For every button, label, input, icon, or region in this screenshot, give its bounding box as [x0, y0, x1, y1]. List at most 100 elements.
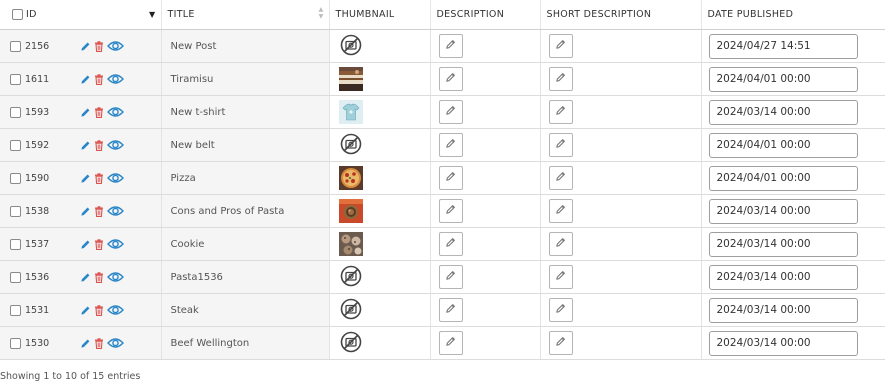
- title-cell[interactable]: Steak: [161, 293, 330, 327]
- view-icon[interactable]: [107, 337, 124, 349]
- edit-description-button[interactable]: [438, 265, 463, 289]
- edit-short-description-button[interactable]: [548, 133, 573, 157]
- edit-icon[interactable]: [80, 206, 91, 217]
- edit-icon[interactable]: [80, 305, 91, 316]
- delete-icon[interactable]: [94, 73, 104, 85]
- view-icon[interactable]: [107, 73, 124, 85]
- delete-icon[interactable]: [94, 106, 104, 118]
- thumbnail-image[interactable]: [330, 166, 363, 190]
- row-checkbox[interactable]: [10, 172, 21, 184]
- view-icon[interactable]: [107, 271, 124, 283]
- edit-icon[interactable]: [80, 272, 91, 283]
- edit-short-description-button[interactable]: [548, 331, 573, 355]
- title-cell[interactable]: New t-shirt: [161, 95, 330, 129]
- short-description-cell: [540, 326, 702, 360]
- edit-icon[interactable]: [80, 239, 91, 250]
- date-published-cell: 2024/04/01 00:00: [701, 161, 885, 195]
- edit-short-description-button[interactable]: [548, 199, 573, 223]
- title-cell[interactable]: Pasta1536: [161, 260, 330, 294]
- date-published-input[interactable]: 2024/04/01 00:00: [708, 165, 858, 191]
- id-cell: 1536: [0, 260, 162, 294]
- row-checkbox[interactable]: [10, 73, 21, 85]
- edit-short-description-button[interactable]: [548, 166, 573, 190]
- title-cell[interactable]: Cookie: [161, 227, 330, 261]
- sort-desc-icon[interactable]: ▼: [149, 10, 155, 19]
- date-published-input[interactable]: 2024/03/14 00:00: [708, 264, 858, 290]
- title-cell[interactable]: Cons and Pros of Pasta: [161, 194, 330, 228]
- edit-description-button[interactable]: [438, 331, 463, 355]
- edit-short-description-button[interactable]: [548, 265, 573, 289]
- delete-icon[interactable]: [94, 337, 104, 349]
- row-checkbox[interactable]: [10, 106, 21, 118]
- edit-description-button[interactable]: [438, 100, 463, 124]
- delete-icon[interactable]: [94, 139, 104, 151]
- view-icon[interactable]: [107, 40, 124, 52]
- title-cell[interactable]: New belt: [161, 128, 330, 162]
- view-icon[interactable]: [107, 304, 124, 316]
- pencil-icon: [445, 270, 456, 284]
- thumbnail-image[interactable]: [330, 100, 363, 124]
- view-icon[interactable]: [107, 106, 124, 118]
- delete-icon[interactable]: [94, 238, 104, 250]
- delete-icon[interactable]: [94, 40, 104, 52]
- row-checkbox[interactable]: [10, 238, 21, 250]
- view-icon[interactable]: [107, 238, 124, 250]
- view-icon[interactable]: [107, 172, 124, 184]
- view-icon[interactable]: [107, 139, 124, 151]
- edit-icon[interactable]: [80, 107, 91, 118]
- view-icon[interactable]: [107, 205, 124, 217]
- edit-description-button[interactable]: [438, 34, 463, 58]
- thumbnail-image[interactable]: [330, 199, 363, 223]
- date-published-input[interactable]: 2024/04/01 00:00: [708, 66, 858, 92]
- edit-short-description-button[interactable]: [548, 232, 573, 256]
- title-cell[interactable]: New Post: [161, 29, 330, 63]
- table-row: 1611 Tiramisu 2024/04/01 00:00: [0, 62, 885, 96]
- row-checkbox[interactable]: [10, 304, 21, 316]
- row-checkbox[interactable]: [10, 40, 21, 52]
- edit-short-description-button[interactable]: [548, 34, 573, 58]
- delete-icon[interactable]: [94, 304, 104, 316]
- edit-icon[interactable]: [80, 338, 91, 349]
- edit-icon[interactable]: [80, 41, 91, 52]
- edit-description-button[interactable]: [438, 67, 463, 91]
- edit-icon[interactable]: [80, 140, 91, 151]
- edit-description-button[interactable]: [438, 232, 463, 256]
- date-published-input[interactable]: 2024/03/14 00:00: [708, 231, 858, 257]
- thumbnail-image[interactable]: [330, 67, 363, 91]
- edit-description-button[interactable]: [438, 199, 463, 223]
- title-cell[interactable]: Tiramisu: [161, 62, 330, 96]
- date-published-input[interactable]: 2024/03/14 00:00: [708, 330, 858, 356]
- edit-description-button[interactable]: [438, 133, 463, 157]
- row-checkbox[interactable]: [10, 139, 21, 151]
- id-column-header[interactable]: ID ▼: [0, 0, 162, 30]
- title-cell[interactable]: Pizza: [161, 161, 330, 195]
- date-published-input[interactable]: 2024/04/27 14:51: [708, 33, 858, 59]
- edit-description-button[interactable]: [438, 166, 463, 190]
- edit-description-button[interactable]: [438, 298, 463, 322]
- delete-icon[interactable]: [94, 205, 104, 217]
- edit-short-description-button[interactable]: [548, 100, 573, 124]
- date-published-input[interactable]: 2024/03/14 00:00: [708, 198, 858, 224]
- date-published-input[interactable]: 2024/04/01 00:00: [708, 132, 858, 158]
- delete-icon[interactable]: [94, 271, 104, 283]
- select-all-checkbox[interactable]: [12, 9, 23, 20]
- sort-icon[interactable]: ▲ ▼: [319, 6, 324, 20]
- pencil-icon: [445, 72, 456, 86]
- edit-icon[interactable]: [80, 173, 91, 184]
- description-cell: [430, 227, 541, 261]
- edit-short-description-button[interactable]: [548, 298, 573, 322]
- thumbnail-cell: [329, 62, 431, 96]
- edit-short-description-button[interactable]: [548, 67, 573, 91]
- delete-icon[interactable]: [94, 172, 104, 184]
- title-cell[interactable]: Beef Wellington: [161, 326, 330, 360]
- date-published-input[interactable]: 2024/03/14 00:00: [708, 297, 858, 323]
- id-cell: 1611: [0, 62, 162, 96]
- edit-icon[interactable]: [80, 74, 91, 85]
- date-published-input[interactable]: 2024/03/14 00:00: [708, 99, 858, 125]
- thumbnail-image[interactable]: [330, 232, 363, 256]
- row-checkbox[interactable]: [10, 337, 21, 349]
- title-column-header[interactable]: TITLE ▲ ▼: [161, 0, 330, 30]
- thumbnail-cell: [329, 194, 431, 228]
- row-checkbox[interactable]: [10, 205, 21, 217]
- row-checkbox[interactable]: [10, 271, 21, 283]
